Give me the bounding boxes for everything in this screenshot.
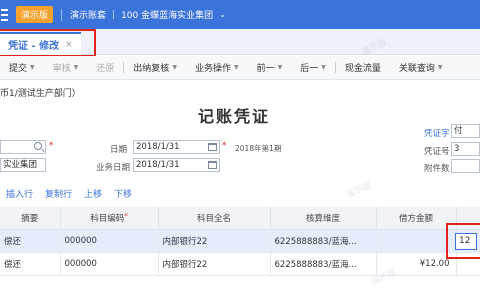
chevron-down-icon[interactable]: ▼ (74, 64, 79, 71)
biz-date-label: 业务日期 (96, 163, 131, 173)
toolbar-button-label: 业务操作 (194, 64, 231, 74)
attachments-label: 附件数 (424, 164, 450, 174)
col-header-summary[interactable]: 摘要 (0, 207, 61, 230)
cell-account-name[interactable]: 内部银行22 (158, 229, 271, 253)
org-name-field[interactable]: 实业集团 (0, 158, 46, 172)
cell-debit[interactable]: ¥12.00 (376, 252, 457, 276)
attachments-input[interactable] (451, 159, 480, 173)
top-bar: 演示版 演示账套 | 100 金蝶蓝海实业集团 ⌄ (0, 0, 480, 29)
voucher-word-label: 凭证字 (424, 129, 450, 139)
account-set-label[interactable]: 演示账套 (70, 8, 106, 21)
highlight-box-tab (0, 29, 96, 57)
chevron-down-icon[interactable]: ▼ (172, 64, 177, 71)
col-header-account-name[interactable]: 科目全名 (158, 207, 271, 230)
calendar-icon[interactable] (208, 143, 217, 151)
org-line: 币1/测试生产部门） (0, 89, 81, 99)
cell-account-name[interactable]: 内部银行22 (158, 252, 271, 276)
cell-account-code[interactable]: 000000 (60, 229, 159, 253)
toolbar-button-label: 关联查询 (398, 64, 435, 74)
period-label: 2018年第1期 (235, 144, 282, 153)
toolbar-button-3[interactable]: 出纳复核 ▼ (124, 61, 186, 74)
voucher-word-input[interactable]: 付 (451, 124, 480, 138)
toolbar-button-6[interactable]: 后一 ▼ (291, 61, 335, 74)
move-up-button[interactable]: 上移 (84, 187, 102, 200)
table-row[interactable]: 偿还 000000 内部银行22 6225888883/蓝海... ¥12.00 (0, 252, 480, 276)
col-header-debit[interactable]: 借方金额 (376, 207, 457, 230)
toolbar-button-5[interactable]: 前一 ▼ (248, 61, 292, 74)
move-down-button[interactable]: 下移 (114, 187, 132, 200)
voucher-entries-table: 摘要 科目编码* 科目全名 核算维度 借方金额 偿还 000000 内部银行22… (0, 207, 480, 276)
biz-date-input[interactable]: 2018/1/31 (133, 158, 220, 172)
menu-icon[interactable] (0, 0, 13, 29)
voucher-no-label: 凭证号 (424, 147, 450, 157)
highlight-box-credit (446, 223, 480, 259)
col-header-dimension[interactable]: 核算维度 (270, 207, 377, 230)
chevron-down-icon[interactable]: ⌄ (219, 10, 226, 19)
toolbar-button-1[interactable]: 审核 ▼ (44, 61, 88, 74)
calendar-icon[interactable] (208, 161, 217, 169)
chevron-down-icon[interactable]: ▼ (278, 64, 283, 71)
row-actions: 插入行 复制行 上移 下移 (0, 186, 480, 200)
toolbar-button-label: 审核 (52, 64, 71, 74)
toolbar: 提交 ▼ 审核 ▼ 还原 出纳复核 ▼ 业务操作 ▼ 前一 ▼ 后一 ▼ 现金流量 关联查询 ▼ (0, 56, 480, 80)
toolbar-button-label: 出纳复核 (133, 64, 170, 74)
col-header-account-code[interactable]: 科目编码* (60, 207, 159, 230)
required-mark: * (222, 141, 227, 151)
cell-summary[interactable]: 偿还 (0, 252, 61, 276)
company-selector[interactable]: 100 金蝶蓝海实业集团 (121, 8, 213, 21)
divider (61, 8, 63, 21)
table-header-row: 摘要 科目编码* 科目全名 核算维度 借方金额 (0, 207, 480, 230)
cell-dimension[interactable]: 6225888883/蓝海... (270, 252, 377, 276)
cell-dimension[interactable]: 6225888883/蓝海... (270, 229, 377, 253)
toolbar-button-7[interactable]: 现金流量 (336, 61, 390, 74)
chevron-down-icon[interactable]: ▼ (438, 64, 443, 71)
org-field[interactable] (0, 140, 46, 154)
chevron-down-icon[interactable]: ▼ (234, 64, 239, 71)
copy-row-button[interactable]: 复制行 (45, 187, 72, 200)
toolbar-button-label: 现金流量 (344, 64, 381, 74)
toolbar-button-8[interactable]: 关联查询 ▼ (390, 61, 452, 74)
toolbar-button-label: 前一 (256, 64, 275, 74)
toolbar-button-2[interactable]: 还原 (87, 61, 123, 74)
separator: | (112, 9, 116, 20)
table-row[interactable]: 偿还 000000 内部银行22 6225888883/蓝海... (0, 229, 480, 253)
page-title: 记账凭证 (198, 107, 271, 126)
search-icon[interactable] (34, 142, 42, 150)
date-label: 日期 (110, 145, 128, 155)
cell-summary[interactable]: 偿还 (0, 229, 61, 253)
demo-badge: 演示版 (16, 6, 54, 23)
toolbar-button-4[interactable]: 业务操作 ▼ (186, 61, 248, 74)
toolbar-button-0[interactable]: 提交 ▼ (0, 61, 44, 74)
chevron-down-icon[interactable]: ▼ (321, 64, 326, 71)
required-mark: * (49, 141, 54, 151)
cell-debit[interactable] (376, 229, 457, 253)
chevron-down-icon[interactable]: ▼ (30, 64, 35, 71)
cell-account-code[interactable]: 000000 (60, 252, 159, 276)
toolbar-button-label: 提交 (9, 64, 28, 74)
date-input[interactable]: 2018/1/31 (133, 140, 220, 154)
toolbar-button-label: 还原 (96, 64, 115, 74)
insert-row-button[interactable]: 插入行 (6, 187, 33, 200)
voucher-no-input[interactable]: 3 (451, 142, 480, 156)
toolbar-button-label: 后一 (300, 64, 319, 74)
